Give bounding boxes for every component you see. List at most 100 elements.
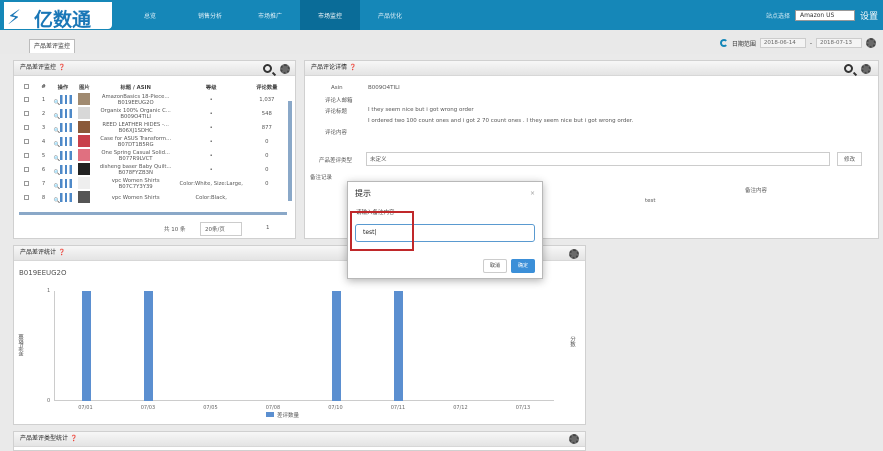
- row-checkbox[interactable]: [24, 138, 30, 144]
- tab-review-monitor[interactable]: 产品差评监控: [29, 39, 76, 53]
- select-all-checkbox[interactable]: [24, 83, 30, 89]
- x-tick-label: 07/11: [390, 405, 406, 411]
- nav-product-optimize[interactable]: 产品优化: [360, 0, 420, 30]
- page-number[interactable]: 1: [266, 225, 270, 231]
- page-size-select[interactable]: 20条/页: [200, 222, 242, 236]
- market-select[interactable]: Amazon US: [794, 9, 855, 21]
- bar-chart-icon[interactable]: [60, 150, 73, 160]
- row-checkbox[interactable]: [24, 96, 30, 102]
- search-icon[interactable]: 🔍: [54, 184, 61, 190]
- table-row[interactable]: 8 🔍 vpc Women Shirts Color:Black,: [19, 191, 287, 205]
- date-range-label[interactable]: 日期范围: [732, 39, 756, 48]
- info-icon[interactable]: ❓: [70, 435, 77, 442]
- x-tick-label: 07/12: [453, 405, 468, 411]
- chart-bar[interactable]: [81, 291, 91, 401]
- chart-bar[interactable]: [394, 291, 404, 401]
- bar-chart-icon[interactable]: [60, 192, 73, 202]
- total-count: 共 10 条: [164, 227, 186, 233]
- col-action: 操作: [57, 85, 69, 91]
- row-checkbox[interactable]: [24, 110, 30, 116]
- info-icon[interactable]: ❓: [58, 64, 65, 71]
- bar-chart-icon[interactable]: [60, 122, 73, 132]
- search-icon[interactable]: 🔍: [54, 114, 61, 120]
- bar-chart-icon[interactable]: [60, 178, 73, 188]
- chart-bar[interactable]: [331, 291, 341, 401]
- review-content-label: 评论内容: [325, 130, 348, 136]
- table-row[interactable]: 6 🔍 disheng baser Baby Quilt... B078FYZB3N •…: [19, 163, 287, 177]
- gear-icon[interactable]: [861, 64, 871, 74]
- market-label: 站点选择: [765, 12, 790, 20]
- brand-logo[interactable]: ⚡ 亿数通: [4, 2, 112, 31]
- modify-button[interactable]: 修改: [837, 152, 863, 166]
- nav-sales-analysis[interactable]: 销售分析: [180, 0, 240, 30]
- bar-chart-icon[interactable]: [60, 164, 73, 174]
- row-number: 6: [41, 167, 46, 173]
- col-review-count[interactable]: 评论数量: [247, 81, 287, 93]
- info-icon[interactable]: ❓: [349, 64, 356, 71]
- product-thumbnail: [78, 107, 91, 119]
- ok-button[interactable]: 确定: [511, 259, 535, 273]
- product-thumbnail: [78, 121, 91, 133]
- product-title[interactable]: vpc Women Shirts: [96, 191, 176, 205]
- cancel-button[interactable]: 取消: [483, 259, 507, 273]
- table-row[interactable]: 5 🔍 One Spring Casual Solid... B077R9LVCT • 0: [19, 149, 287, 163]
- legend-label[interactable]: 差评数量: [277, 411, 299, 419]
- row-grade: Color:Black,: [195, 195, 227, 201]
- bar-chart-icon[interactable]: [60, 108, 73, 118]
- horizontal-scrollbar[interactable]: [19, 212, 287, 215]
- chart-bar[interactable]: [144, 291, 154, 401]
- search-icon[interactable]: 🔍: [54, 156, 61, 162]
- start-date-input[interactable]: 2018-06-14: [759, 38, 806, 48]
- gear-icon[interactable]: [866, 38, 876, 48]
- table-row[interactable]: 1 🔍 AmazonBasics 18-Piece... B019EEUG2O • 1,0…: [19, 93, 287, 107]
- row-checkbox[interactable]: [24, 152, 30, 158]
- product-thumbnail: [78, 191, 91, 203]
- row-grade: Color:White, Size:Large,: [179, 181, 243, 187]
- bar-chart-icon[interactable]: [60, 94, 73, 104]
- table-row[interactable]: 4 🔍 Case for ASUS Transform... B07DT1B5RG • 0: [19, 135, 287, 149]
- notes-column-header: 备注内容: [745, 188, 768, 194]
- table-row[interactable]: 3 🔍 REED LEATHER HIDES -... B06XJ1SDHC • 877: [19, 121, 287, 135]
- nav-overview[interactable]: 总览: [120, 0, 180, 30]
- vertical-scrollbar[interactable]: [288, 101, 292, 201]
- table-row[interactable]: 7 🔍 vpc Women Shirts B07C7Y3Y39 Color:White,…: [19, 177, 287, 191]
- review-type-select[interactable]: 未定义: [366, 152, 830, 166]
- row-number: 2: [41, 111, 46, 117]
- search-icon[interactable]: [844, 64, 853, 73]
- search-icon[interactable]: 🔍: [54, 128, 61, 134]
- search-icon[interactable]: 🔍: [54, 142, 61, 148]
- info-icon[interactable]: ❓: [58, 249, 65, 256]
- search-icon[interactable]: 🔍: [54, 198, 61, 204]
- end-date-input[interactable]: 2018-07-13: [816, 38, 862, 48]
- refresh-icon[interactable]: [719, 39, 728, 47]
- gear-icon[interactable]: [280, 64, 290, 74]
- nav-marketing[interactable]: 市场推广: [240, 0, 300, 30]
- gear-icon[interactable]: [569, 434, 579, 444]
- header-right: 站点选择 Amazon US 设置: [766, 0, 883, 30]
- settings-link[interactable]: 设置: [860, 9, 878, 22]
- gear-icon[interactable]: [569, 249, 579, 259]
- asin-label: Asin: [331, 85, 343, 91]
- row-number: 4: [41, 139, 46, 145]
- col-title-asin[interactable]: 标题 / ASIN: [96, 81, 176, 93]
- row-checkbox[interactable]: [24, 180, 30, 186]
- close-icon[interactable]: ×: [530, 190, 535, 197]
- search-icon[interactable]: [263, 64, 272, 73]
- row-number: 5: [41, 153, 46, 159]
- bar-chart-icon[interactable]: [60, 136, 73, 146]
- chart-asin: B019EEUG2O: [19, 269, 67, 277]
- search-icon[interactable]: 🔍: [54, 170, 61, 176]
- product-asin: B06XJ1SDHC: [118, 128, 153, 134]
- search-icon[interactable]: 🔍: [54, 100, 61, 106]
- row-checkbox[interactable]: [24, 194, 30, 200]
- row-checkbox[interactable]: [24, 166, 30, 172]
- product-asin: B009O4TILI: [120, 114, 151, 120]
- date-separator: -: [809, 39, 812, 47]
- row-checkbox[interactable]: [24, 124, 30, 130]
- table-row[interactable]: 2 🔍 Organix 100% Organic C... B009O4TILI • 54…: [19, 107, 287, 121]
- nav-market-monitor[interactable]: 市场监控: [300, 0, 360, 30]
- review-type-stats-panel: 产品差评类型统计 ❓: [13, 431, 586, 451]
- row-review-count: 877: [261, 125, 272, 131]
- row-grade: •: [209, 97, 213, 103]
- col-image: 图片: [79, 85, 90, 91]
